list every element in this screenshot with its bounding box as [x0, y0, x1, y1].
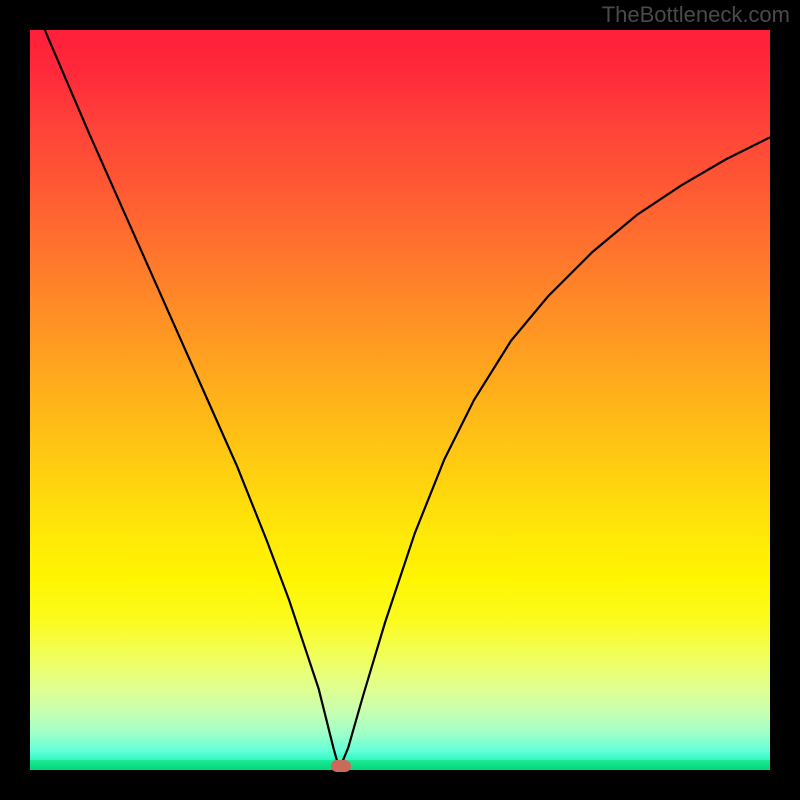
bottleneck-curve-path: [45, 30, 770, 766]
watermark-text: TheBottleneck.com: [602, 2, 790, 28]
chart-plot-area: [30, 30, 770, 770]
optimal-point-marker: [331, 760, 351, 772]
chart-svg: [30, 30, 770, 770]
